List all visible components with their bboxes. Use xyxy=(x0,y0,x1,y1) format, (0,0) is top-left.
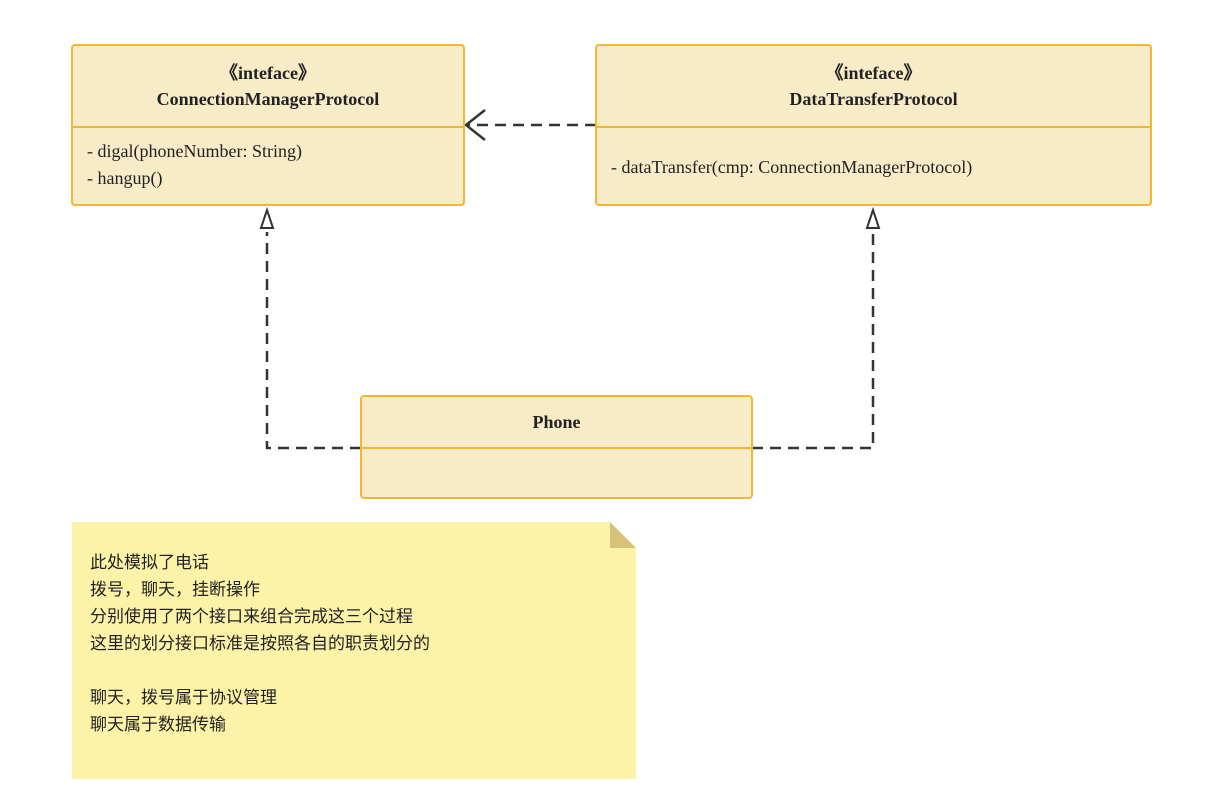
realization-arrowhead-right xyxy=(865,206,881,229)
note-line: 聊天，拨号属于协议管理 xyxy=(90,688,277,708)
class-method: - hangup() xyxy=(87,168,163,188)
class-name: ConnectionManagerProtocol xyxy=(156,89,380,109)
note-line: 拨号，聊天，挂断操作 xyxy=(90,580,260,600)
class-stereotype: 《inteface》 xyxy=(825,63,922,83)
note-line: 此处模拟了电话 xyxy=(90,553,209,573)
note-line xyxy=(90,658,618,685)
data-transfer-protocol-class[interactable]: 《inteface》 DataTransferProtocol - dataTr… xyxy=(595,44,1152,206)
realization-line-left xyxy=(265,232,361,450)
class-name: DataTransferProtocol xyxy=(789,89,958,109)
class-header: Phone xyxy=(362,397,751,449)
class-header: 《inteface》 DataTransferProtocol xyxy=(597,46,1150,128)
note-line: 聊天属于数据传输 xyxy=(90,715,226,735)
class-members: - digal(phoneNumber: String) - hangup() xyxy=(73,128,463,202)
class-method: - dataTransfer(cmp: ConnectionManagerPro… xyxy=(611,157,973,177)
note-line: 这里的划分接口标准是按照各自的职责划分的 xyxy=(90,634,430,654)
realization-line-right xyxy=(752,232,875,450)
class-members: - dataTransfer(cmp: ConnectionManagerPro… xyxy=(597,128,1150,191)
class-members xyxy=(362,449,751,469)
note[interactable]: 此处模拟了电话 拨号，聊天，挂断操作 分别使用了两个接口来组合完成这三个过程 这… xyxy=(72,522,636,779)
class-stereotype: 《inteface》 xyxy=(220,63,316,83)
class-method: - digal(phoneNumber: String) xyxy=(87,141,302,161)
class-name: Phone xyxy=(532,412,581,432)
phone-class[interactable]: Phone xyxy=(360,395,753,499)
connection-manager-protocol-class[interactable]: 《inteface》 ConnectionManagerProtocol - d… xyxy=(71,44,465,206)
class-header: 《inteface》 ConnectionManagerProtocol xyxy=(73,46,463,128)
note-line: 分别使用了两个接口来组合完成这三个过程 xyxy=(90,607,413,627)
realization-arrowhead-left xyxy=(259,206,275,229)
